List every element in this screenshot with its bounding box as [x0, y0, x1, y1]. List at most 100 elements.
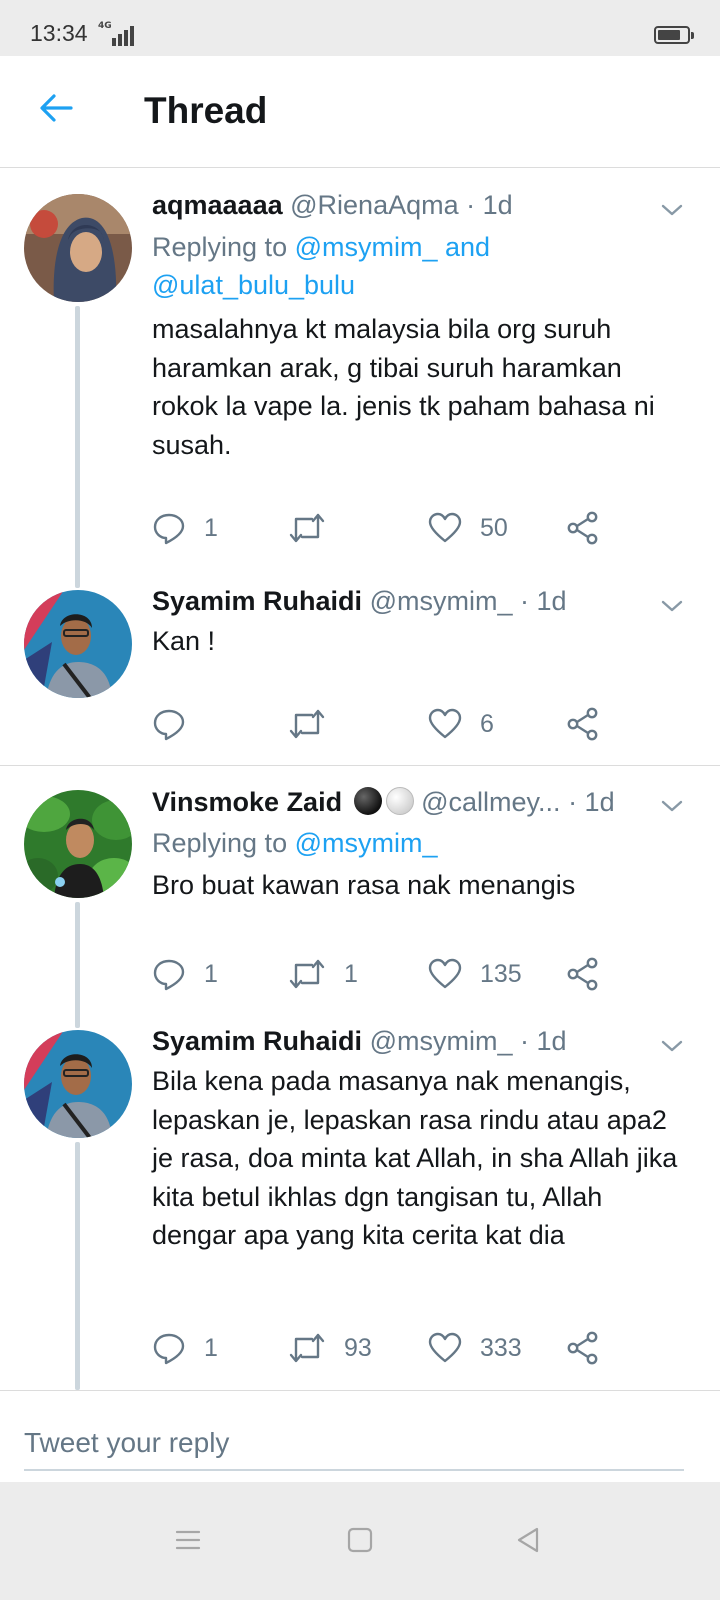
arrow-left-icon — [40, 94, 73, 122]
reply-button[interactable]: 1 — [152, 954, 218, 994]
back-triangle-icon — [517, 1527, 539, 1553]
like-count: 135 — [480, 959, 522, 988]
reply-button[interactable]: 1 — [152, 1328, 218, 1368]
mention-link[interactable]: @msymim_ — [295, 828, 438, 858]
reply-icon — [153, 1333, 185, 1365]
share-button[interactable] — [566, 954, 600, 994]
thread-connector — [75, 902, 80, 1028]
tweet-text: Bila kena pada masanya nak menangis, lep… — [152, 1066, 678, 1250]
chevron-down-icon[interactable] — [660, 594, 684, 618]
white-circle-emoji — [385, 787, 414, 815]
like-button[interactable]: 6 — [428, 704, 494, 744]
avatar[interactable] — [24, 1030, 132, 1138]
tweet-header: Syamim Ruhaidi @msymim_ · 1d — [152, 585, 650, 617]
retweet-button[interactable] — [288, 508, 344, 548]
like-button[interactable]: 50 — [428, 508, 508, 548]
retweet-icon — [289, 1333, 325, 1363]
share-button[interactable] — [566, 508, 600, 548]
reply-icon — [153, 709, 185, 741]
like-count: 333 — [480, 1333, 522, 1362]
reply-count: 1 — [204, 1333, 218, 1362]
heart-icon — [428, 1332, 462, 1363]
timestamp: · 1d — [466, 190, 513, 220]
replying-to-label: Replying to — [152, 232, 295, 262]
home-button[interactable] — [340, 1520, 380, 1560]
share-icon — [567, 707, 598, 741]
share-button[interactable] — [566, 704, 600, 744]
heart-icon — [428, 512, 462, 543]
tweet-actions: 6 — [152, 704, 622, 744]
tweet[interactable]: Syamim Ruhaidi @msymim_ · 1d Kan ! 6 — [0, 585, 720, 766]
like-button[interactable]: 135 — [428, 954, 522, 994]
tweet-text: Bro buat kawan rasa nak menangis — [152, 870, 576, 900]
replying-to: Replying to @msymim_ and @ulat_bulu_bulu — [152, 228, 670, 304]
tweet[interactable]: aqmaaaaa @RienaAqma · 1d Replying to @ms… — [0, 172, 720, 588]
reply-composer — [0, 1390, 720, 1482]
chevron-down-icon[interactable] — [660, 198, 684, 222]
tweet-actions: 1 1 135 — [152, 954, 622, 994]
heart-icon — [428, 958, 462, 989]
reply-icon — [153, 513, 185, 545]
author-name[interactable]: Syamim Ruhaidi — [152, 1026, 362, 1056]
avatar[interactable] — [24, 790, 132, 898]
retweet-icon — [289, 709, 325, 739]
tweet-text: masalahnya kt malaysia bila org suruh ha… — [152, 314, 655, 460]
chevron-down-icon[interactable] — [660, 1034, 684, 1058]
tweet-header: Syamim Ruhaidi @msymim_ · 1d — [152, 1025, 650, 1057]
avatar[interactable] — [24, 194, 132, 302]
home-square-icon — [347, 1527, 373, 1553]
back-button[interactable] — [30, 82, 82, 134]
author-handle: @callmey... — [421, 787, 561, 817]
timestamp: · 1d — [520, 586, 567, 616]
share-icon — [567, 511, 598, 545]
tweet[interactable]: Syamim Ruhaidi @msymim_ · 1d Bila kena p… — [0, 1025, 720, 1390]
timestamp: · 1d — [520, 1026, 567, 1056]
like-count: 50 — [480, 513, 508, 542]
thread-connector — [75, 306, 80, 588]
reply-button[interactable] — [152, 704, 204, 744]
tweet-text: Kan ! — [152, 626, 216, 656]
retweet-icon — [289, 959, 325, 989]
replying-to-label: Replying to — [152, 828, 295, 858]
reply-button[interactable]: 1 — [152, 508, 218, 548]
retweet-count: 93 — [344, 1333, 372, 1362]
author-name[interactable]: Syamim Ruhaidi — [152, 586, 362, 616]
status-time: 13:34 — [30, 20, 88, 46]
top-bar: Thread — [0, 56, 720, 168]
reply-input[interactable] — [24, 1417, 684, 1471]
retweet-button[interactable]: 1 — [288, 954, 358, 994]
signal-icon: 4G — [98, 21, 138, 46]
author-handle: @msymim_ — [369, 586, 513, 616]
tweet-actions: 1 50 — [152, 508, 622, 548]
mention-link[interactable]: @msymim_ and — [295, 232, 490, 262]
chevron-down-icon[interactable] — [660, 794, 684, 818]
reply-count: 1 — [204, 513, 218, 542]
thread-list: aqmaaaaa @RienaAqma · 1d Replying to @ms… — [0, 172, 720, 1390]
reply-count: 1 — [204, 959, 218, 988]
heart-icon — [428, 708, 462, 739]
author-handle: @RienaAqma — [290, 190, 459, 220]
author-name[interactable]: aqmaaaaa — [152, 190, 283, 220]
share-icon — [567, 957, 598, 991]
tweet-actions: 1 93 333 — [152, 1328, 622, 1368]
share-button[interactable] — [566, 1328, 600, 1368]
nav-back-button[interactable] — [508, 1520, 548, 1560]
retweet-count: 1 — [344, 959, 358, 988]
menu-button[interactable] — [168, 1520, 208, 1560]
reply-icon — [153, 959, 185, 991]
timestamp: · 1d — [568, 787, 615, 817]
author-handle: @msymim_ — [369, 1026, 513, 1056]
retweet-button[interactable]: 93 — [288, 1328, 372, 1368]
retweet-button[interactable] — [288, 704, 344, 744]
author-name[interactable]: Vinsmoke Zaid — [152, 787, 342, 817]
like-button[interactable]: 333 — [428, 1328, 522, 1368]
tweet[interactable]: Vinsmoke Zaid @callmey... · 1d Replying … — [0, 766, 720, 1028]
share-icon — [567, 1331, 598, 1365]
page-title: Thread — [144, 90, 268, 131]
black-circle-emoji — [353, 787, 382, 815]
tweet-header: Vinsmoke Zaid @callmey... · 1d — [152, 786, 650, 818]
network-type: 4G — [98, 21, 112, 31]
avatar[interactable] — [24, 590, 132, 698]
mention-link[interactable]: @ulat_bulu_bulu — [152, 270, 355, 300]
tweet-header: aqmaaaaa @RienaAqma · 1d — [152, 189, 650, 221]
